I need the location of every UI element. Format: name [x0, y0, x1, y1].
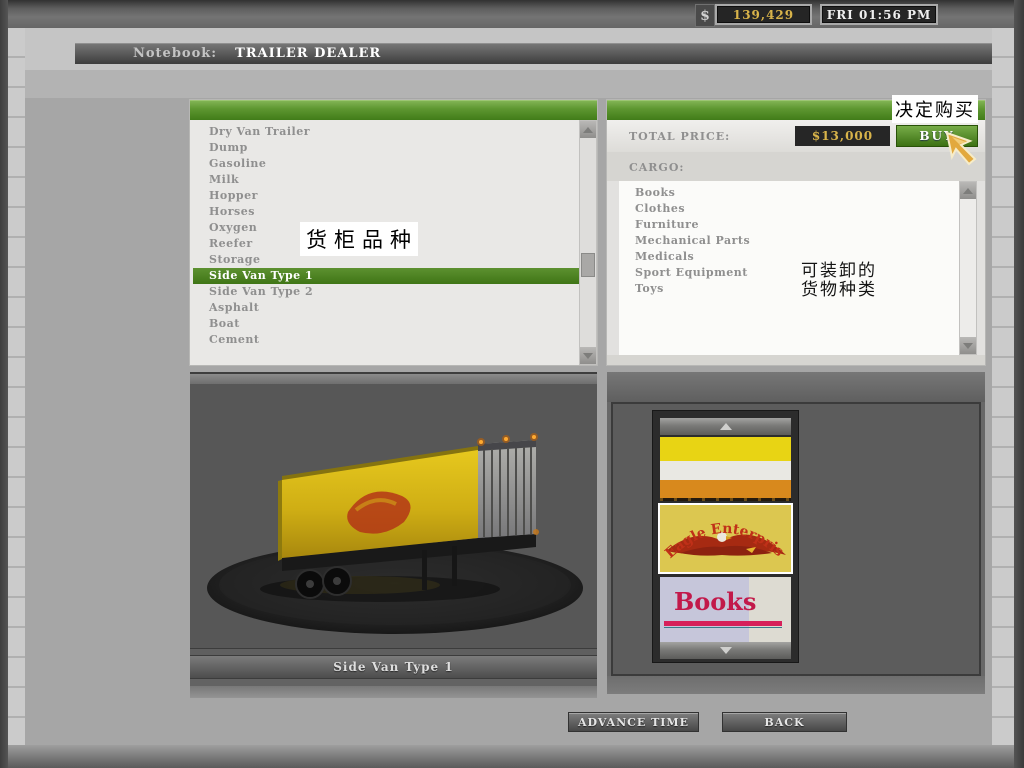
scroll-up-icon[interactable]	[580, 121, 596, 138]
page-top-band	[8, 70, 1016, 98]
bottom-chrome-strip	[8, 745, 1016, 768]
price-row: TOTAL PRICE: $13,000 BUY	[607, 120, 985, 152]
annotation-buy: 决定购买	[892, 95, 978, 123]
scrollbar-thumb[interactable]	[581, 253, 595, 277]
cursor-icon	[944, 130, 992, 174]
purchase-panel-footer	[607, 355, 985, 365]
skin-selector: Eagle Enterprises Books	[652, 410, 799, 663]
list-item[interactable]: Asphalt	[193, 300, 580, 316]
left-ruled-margin	[8, 28, 25, 745]
divider-bar	[190, 648, 597, 656]
annotation-cargo-line2: 货物种类	[801, 281, 877, 300]
list-item[interactable]: Horses	[193, 204, 580, 220]
list-item[interactable]: Books	[619, 185, 949, 201]
notebook-label: Notebook:	[133, 46, 217, 61]
back-button[interactable]: BACK	[722, 712, 847, 732]
total-price-label: TOTAL PRICE:	[629, 130, 730, 143]
list-item[interactable]: Clothes	[619, 201, 949, 217]
skin-panel-bottom	[607, 676, 985, 694]
list-item[interactable]: Furniture	[619, 217, 949, 233]
left-chrome-edge	[0, 0, 8, 768]
datetime-display: FRI 01:56 PM	[820, 4, 938, 25]
cargo-list: BooksClothesFurnitureMechanical PartsMed…	[619, 185, 949, 297]
divider-bar	[190, 686, 597, 698]
advance-time-button[interactable]: ADVANCE TIME	[568, 712, 699, 732]
preview-panel: Side Van Type 1	[190, 372, 597, 698]
page-title: TRAILER DEALER	[235, 46, 381, 61]
list-item[interactable]: Medicals	[619, 249, 949, 265]
list-item[interactable]: Gasoline	[193, 156, 580, 172]
skin-thumbnail-eagle-selected[interactable]: Eagle Enterprises	[658, 503, 793, 574]
right-chrome-edge	[1014, 0, 1024, 768]
list-item[interactable]: Hopper	[193, 188, 580, 204]
skin-thumbnail-stripes[interactable]	[660, 437, 791, 501]
skin-panel-top	[607, 372, 985, 402]
cargo-list-box: BooksClothesFurnitureMechanical PartsMed…	[619, 181, 977, 355]
right-ruled-margin	[992, 28, 1016, 745]
trailer-3d-viewport[interactable]	[190, 384, 597, 648]
money-icon[interactable]: $	[695, 4, 715, 27]
preview-caption: Side Van Type 1	[190, 656, 597, 678]
trailer-dealer-screen: $ 139,429 FRI 01:56 PM Notebook: TRAILER…	[0, 0, 1024, 768]
list-item[interactable]: Side Van Type 1	[193, 268, 580, 284]
divider-bar	[190, 678, 597, 686]
list-item[interactable]: Mechanical Parts	[619, 233, 949, 249]
skin-scroll-up-icon[interactable]	[660, 418, 791, 435]
skin-thumbnail-books[interactable]: Books	[660, 577, 791, 642]
cargo-label: CARGO:	[629, 161, 684, 174]
list-item[interactable]: Side Van Type 2	[193, 284, 580, 300]
total-price-value: $13,000	[795, 126, 890, 146]
trailer-3d-render	[190, 384, 597, 648]
skin-panel: Eagle Enterprises Books	[607, 372, 985, 694]
scroll-down-icon[interactable]	[580, 347, 596, 364]
list-item[interactable]: Milk	[193, 172, 580, 188]
list-item[interactable]: Dump	[193, 140, 580, 156]
list-item[interactable]: Cement	[193, 332, 580, 348]
cargo-scrollbar[interactable]	[959, 181, 977, 355]
purchase-panel: TOTAL PRICE: $13,000 BUY CARGO: BooksClo…	[607, 100, 985, 365]
notebook-title-bar: Notebook: TRAILER DEALER	[75, 43, 996, 64]
annotation-trailer-types: 货柜品种	[300, 222, 418, 256]
annotation-cargo-line1: 可装卸的	[801, 262, 877, 281]
trailer-list-scrollbar[interactable]	[579, 120, 597, 365]
money-display: 139,429	[715, 4, 812, 25]
scroll-up-icon[interactable]	[960, 182, 976, 199]
scroll-down-icon[interactable]	[960, 337, 976, 354]
annotation-cargo: 可装卸的 货物种类	[801, 262, 877, 300]
skin-scroll-down-icon[interactable]	[660, 642, 791, 659]
list-item[interactable]: Toys	[619, 281, 949, 297]
skin-label-books: Books	[674, 587, 756, 616]
list-item[interactable]: Dry Van Trailer	[193, 124, 580, 140]
list-item[interactable]: Boat	[193, 316, 580, 332]
cargo-strip: CARGO:	[607, 152, 985, 181]
trailer-list-header	[190, 100, 597, 120]
divider-bar	[190, 374, 597, 384]
list-item[interactable]: Sport Equipment	[619, 265, 949, 281]
